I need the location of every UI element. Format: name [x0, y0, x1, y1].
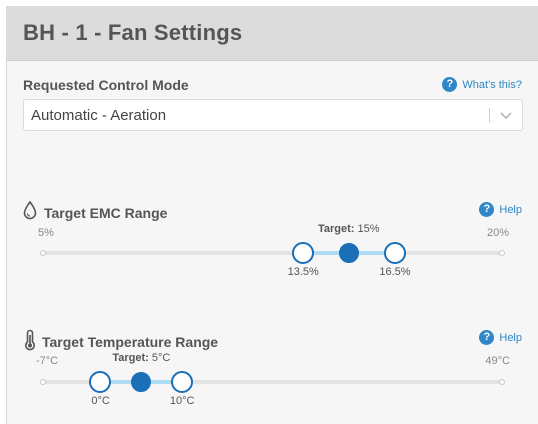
emc-help-text: Help: [499, 203, 522, 216]
question-circle-icon: ?: [442, 77, 458, 92]
emc-min-label: 5%: [38, 227, 54, 239]
control-mode-label: Requested Control Mode: [23, 77, 189, 93]
temperature-low-value: 0°C: [91, 395, 110, 407]
emc-slider-min-dot: [40, 250, 46, 256]
emc-low-handle[interactable]: [292, 242, 315, 264]
thermometer-icon: [25, 329, 35, 351]
temperature-target-readout: Target: 5°C: [112, 352, 170, 364]
chevron-down-icon[interactable]: [498, 107, 514, 123]
temperature-target-handle[interactable]: [131, 372, 152, 392]
whats-this-link[interactable]: ? What's this?: [442, 77, 522, 92]
emc-help-link[interactable]: ? Help: [479, 202, 522, 217]
temperature-slider-max-dot: [499, 379, 505, 385]
temperature-low-handle[interactable]: [89, 371, 112, 393]
emc-slider-track[interactable]: [43, 251, 502, 255]
emc-high-value: 16.5%: [379, 266, 411, 278]
emc-target-prefix: Target:: [318, 223, 355, 235]
emc-slider-max-dot: [499, 250, 505, 256]
temperature-slider-min-dot: [40, 379, 46, 385]
control-mode-select[interactable]: Automatic - Aeration: [23, 99, 523, 131]
question-circle-icon: ?: [479, 330, 495, 345]
emc-max-label: 20%: [486, 227, 509, 239]
question-circle-icon: ?: [479, 202, 495, 217]
fan-settings-panel: BH - 1 - Fan Settings Requested Control …: [6, 6, 538, 424]
select-separator: [489, 108, 490, 123]
water-drop-icon: [23, 201, 37, 220]
temperature-min-label: -7°C: [36, 355, 59, 367]
temperature-help-link[interactable]: ? Help: [479, 330, 522, 345]
emc-target-value: 15%: [357, 223, 380, 235]
whats-this-text: What's this?: [462, 78, 522, 91]
temperature-max-label: 49°C: [485, 355, 510, 367]
panel-header: BH - 1 - Fan Settings: [7, 6, 538, 61]
emc-range-label: Target EMC Range: [44, 205, 168, 221]
emc-high-handle[interactable]: [383, 242, 406, 264]
temperature-range-label: Target Temperature Range: [42, 334, 219, 350]
temperature-help-text: Help: [499, 331, 522, 344]
page-title: BH - 1 - Fan Settings: [23, 20, 243, 45]
control-mode-value: Automatic - Aeration: [31, 107, 167, 124]
temperature-target-prefix: Target:: [112, 352, 149, 364]
temperature-high-value: 10°C: [169, 395, 195, 407]
temperature-high-handle[interactable]: [171, 371, 194, 393]
emc-target-handle[interactable]: [339, 243, 359, 263]
emc-low-value: 13.5%: [287, 266, 319, 278]
temperature-target-value: 5°C: [151, 352, 171, 364]
emc-target-readout: Target: 15%: [318, 223, 380, 235]
